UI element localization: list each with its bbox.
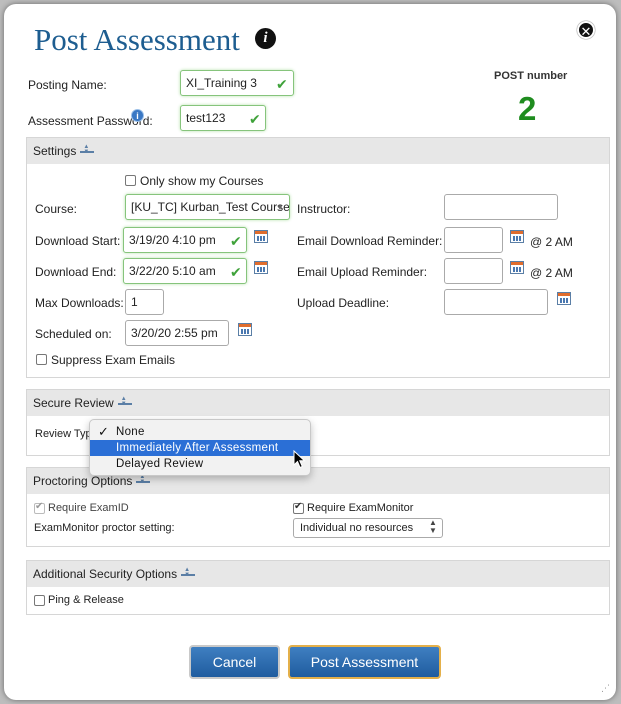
posting-name-value: XI_Training 3 [186, 76, 257, 90]
valid-check-icon: ✔ [230, 264, 242, 280]
review-type-dropdown[interactable]: ✓ None Immediately After Assessment Dela… [89, 419, 311, 476]
download-end-input[interactable]: 3/22/20 5:10 am [123, 258, 247, 284]
calendar-icon[interactable] [254, 261, 268, 274]
checkmark-icon: ✓ [98, 424, 110, 439]
valid-check-icon: ✔ [230, 233, 242, 249]
posting-name-label: Posting Name: [28, 78, 107, 92]
review-option-none[interactable]: ✓ None [90, 424, 310, 440]
calendar-icon[interactable] [254, 230, 268, 243]
require-exammonitor-label: Require ExamMonitor [307, 502, 414, 514]
calendar-icon[interactable] [510, 230, 524, 243]
additional-security-title: Additional Security Options [33, 567, 178, 581]
scheduled-label: Scheduled on: [35, 327, 112, 341]
only-my-courses-label: Only show my Courses [140, 174, 264, 188]
collapse-icon[interactable] [80, 144, 95, 157]
max-downloads-value: 1 [131, 295, 138, 309]
email-download-input[interactable] [444, 227, 503, 253]
collapse-icon[interactable] [117, 396, 132, 409]
ping-release-checkbox[interactable] [34, 595, 45, 606]
settings-section: Settings [26, 137, 610, 378]
suppress-emails-label: Suppress Exam Emails [51, 353, 176, 367]
suppress-emails-checkbox[interactable] [36, 354, 47, 365]
instructor-input[interactable] [444, 194, 558, 220]
email-upload-input[interactable] [444, 258, 503, 284]
valid-check-icon: ✔ [249, 111, 261, 127]
resize-handle-icon[interactable]: ⋰ [601, 683, 610, 694]
download-end-label: Download End: [35, 265, 117, 279]
proctor-setting-value: Individual no resources [300, 522, 414, 534]
mouse-cursor-icon [293, 450, 306, 469]
require-examid-checkbox [34, 501, 45, 514]
require-exammonitor-checkbox[interactable] [293, 501, 304, 514]
review-option-label: Immediately After Assessment [116, 442, 279, 454]
only-my-courses-checkbox[interactable] [125, 175, 136, 186]
proctoring-title: Proctoring Options [33, 474, 133, 488]
course-select[interactable]: [KU_TC] Kurban_Test Course [125, 194, 290, 220]
post-number-value: 2 [518, 90, 537, 127]
secure-review-title: Secure Review [33, 396, 114, 410]
secure-review-header[interactable]: Secure Review [27, 390, 609, 416]
upload-deadline-input[interactable] [444, 289, 548, 315]
valid-check-icon: ✔ [276, 76, 288, 92]
dropdown-arrow-icon: ▼ [276, 203, 284, 212]
download-start-label: Download Start: [35, 234, 121, 248]
settings-header[interactable]: Settings [27, 138, 609, 164]
additional-security-section: Additional Security Options [26, 560, 610, 615]
instructor-label: Instructor: [297, 202, 351, 216]
ping-release-label: Ping & Release [48, 594, 124, 606]
require-examid-label: Require ExamID [48, 502, 129, 514]
proctor-setting-label: ExamMonitor proctor setting: [34, 522, 175, 534]
course-label: Course: [35, 202, 78, 216]
post-number-label: POST number [494, 70, 568, 82]
max-downloads-label: Max Downloads: [35, 296, 124, 310]
scheduled-value: 3/20/20 2:55 pm [131, 326, 218, 340]
email-upload-suffix: @ 2 AM [530, 266, 573, 280]
max-downloads-input[interactable]: 1 [125, 289, 164, 315]
post-assessment-button[interactable]: Post Assessment [288, 645, 441, 679]
settings-title: Settings [33, 144, 77, 158]
cancel-button[interactable]: Cancel [189, 645, 280, 679]
proctor-setting-select[interactable]: Individual no resources [293, 518, 443, 538]
email-download-label: Email Download Reminder: [297, 234, 443, 248]
calendar-icon[interactable] [238, 323, 252, 336]
review-option-delayed[interactable]: Delayed Review [90, 456, 310, 472]
post-assessment-dialog: Post Assessment i ✕ Posting Name: XI_Tra… [4, 4, 616, 700]
collapse-icon[interactable] [136, 474, 151, 487]
dialog-title: Post Assessment [34, 22, 240, 57]
email-download-suffix: @ 2 AM [530, 235, 573, 249]
course-value: [KU_TC] Kurban_Test Course [131, 200, 290, 214]
calendar-icon[interactable] [557, 292, 571, 305]
email-upload-label: Email Upload Reminder: [297, 265, 428, 279]
download-start-value: 3/19/20 4:10 pm [129, 233, 216, 247]
upload-deadline-label: Upload Deadline: [297, 296, 390, 310]
review-option-label: None [116, 426, 145, 438]
calendar-icon[interactable] [510, 261, 524, 274]
close-icon[interactable]: ✕ [577, 21, 595, 39]
info-icon[interactable]: i [255, 28, 276, 49]
scheduled-input[interactable]: 3/20/20 2:55 pm [125, 320, 229, 346]
password-value: test123 [186, 111, 226, 125]
stepper-arrows-icon: ▲ ▼ [429, 518, 437, 535]
collapse-icon[interactable] [181, 567, 196, 580]
download-start-input[interactable]: 3/19/20 4:10 pm [123, 227, 247, 253]
download-end-value: 3/22/20 5:10 am [129, 264, 216, 278]
additional-security-header[interactable]: Additional Security Options [27, 561, 609, 587]
password-info-icon[interactable]: i [131, 109, 144, 122]
review-option-label: Delayed Review [116, 458, 204, 470]
review-option-immediately[interactable]: Immediately After Assessment [90, 440, 310, 456]
